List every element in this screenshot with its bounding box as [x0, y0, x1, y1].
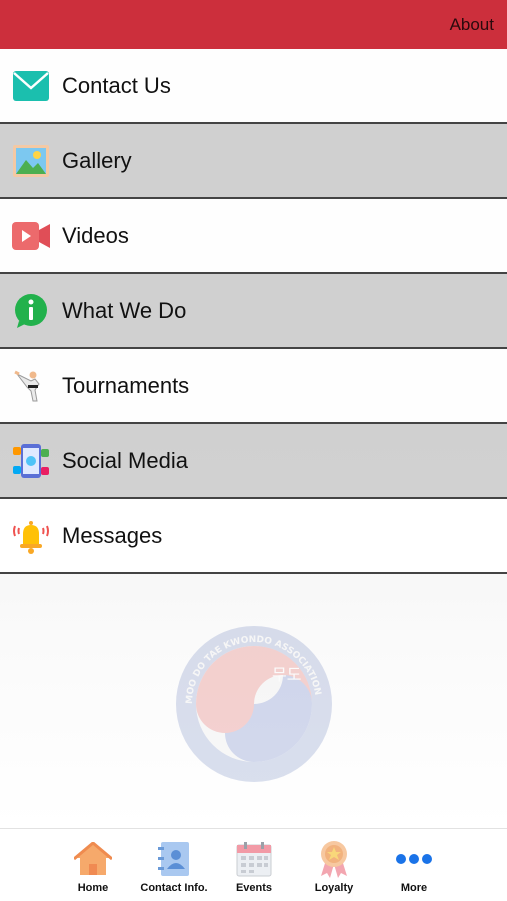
menu-item-videos[interactable]: Videos: [0, 199, 507, 274]
award-ribbon-icon: [314, 841, 354, 878]
menu-item-label: Tournaments: [62, 373, 190, 398]
house-icon: [73, 841, 113, 877]
menu-item-label: Contact Us: [62, 73, 171, 98]
tab-events[interactable]: Events: [213, 829, 295, 901]
menu-item-tournaments[interactable]: Tournaments: [0, 349, 507, 424]
tab-more[interactable]: More: [373, 829, 455, 901]
calendar-icon: [234, 841, 274, 877]
picture-icon: [12, 142, 50, 180]
menu-item-what-we-do[interactable]: What We Do: [0, 274, 507, 349]
page-title: About: [449, 15, 494, 34]
watermark-center-text: 무도: [272, 665, 301, 684]
envelope-icon: [12, 67, 50, 105]
tab-label: Contact Info.: [140, 882, 208, 894]
header-bar: About: [0, 0, 507, 49]
menu-item-messages[interactable]: Messages: [0, 499, 507, 574]
tab-loyalty[interactable]: Loyalty: [293, 829, 375, 901]
menu-item-label: Messages: [62, 523, 163, 548]
association-logo-watermark: MOO DO TAE KWONDO ASSOCIATION 무도: [176, 626, 332, 782]
menu-item-label: Gallery: [62, 148, 132, 173]
social-media-phone-icon: [12, 442, 50, 480]
tab-label: Events: [235, 882, 273, 894]
tab-label: Loyalty: [314, 882, 354, 894]
menu-item-label: Videos: [62, 223, 129, 248]
menu-item-gallery[interactable]: Gallery: [0, 124, 507, 199]
menu-item-label: What We Do: [62, 298, 187, 323]
more-dots-icon: [394, 841, 434, 877]
tab-label: Home: [77, 882, 109, 894]
address-book-icon: [154, 841, 194, 877]
bottom-tab-bar: Home Contact Info. Events Loyalty More: [0, 828, 507, 901]
content-area: MOO DO TAE KWONDO ASSOCIATION 무도 Contact…: [0, 49, 507, 828]
menu-item-social-media[interactable]: Social Media: [0, 424, 507, 499]
menu-item-contact-us[interactable]: Contact Us: [0, 49, 507, 124]
tab-contact-info[interactable]: Contact Info.: [133, 829, 215, 901]
martial-arts-kick-icon: [12, 367, 50, 405]
info-icon: [12, 292, 50, 330]
video-camera-icon: [12, 217, 50, 255]
tab-home[interactable]: Home: [52, 829, 134, 901]
menu-item-label: Social Media: [62, 448, 188, 473]
tab-label: More: [400, 882, 428, 894]
bell-icon: [12, 517, 50, 555]
menu-list: Contact Us Gallery Videos What We Do Tou…: [0, 49, 507, 574]
